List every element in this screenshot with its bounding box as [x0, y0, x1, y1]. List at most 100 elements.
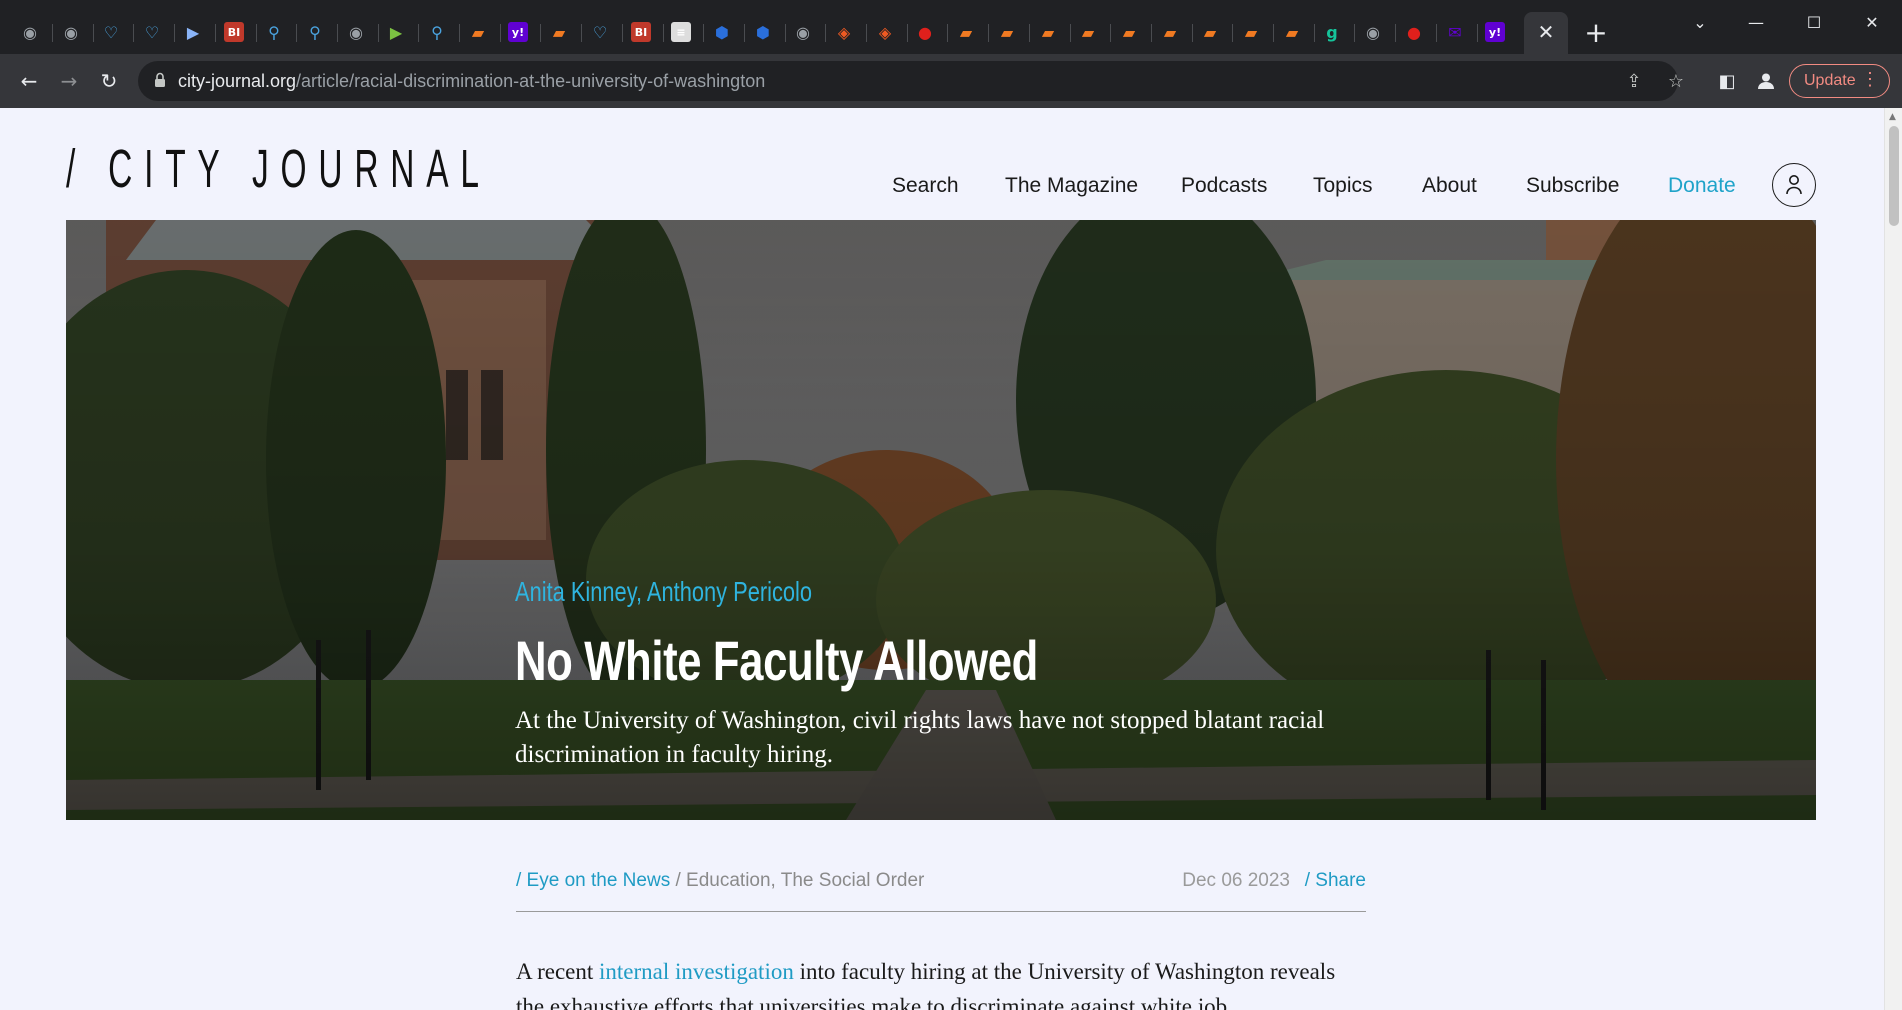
menu-icon[interactable]: ⋮ — [1861, 69, 1879, 90]
lock-icon[interactable] — [154, 72, 166, 88]
browser-tab[interactable]: ◉ — [57, 18, 85, 46]
bookmark-icon: ▰ — [959, 22, 973, 42]
browser-tab[interactable]: ▶ — [382, 18, 410, 46]
address-bar[interactable]: city-journal.org/article/racial-discrimi… — [138, 61, 1684, 101]
browser-tab[interactable]: ◉ — [342, 18, 370, 46]
browser-tab[interactable]: ⚲ — [301, 18, 329, 46]
close-tab-icon[interactable]: ✕ — [1538, 23, 1555, 43]
browser-toolbar: ← → ↻ city-journal.org/article/racial-di… — [0, 54, 1902, 108]
globe-icon: ◉ — [1366, 22, 1380, 42]
site-logo[interactable]: / CITY JOURNAL — [66, 138, 491, 200]
nav-search[interactable]: Search — [892, 174, 959, 198]
browser-tab[interactable]: y! — [504, 18, 532, 46]
browser-tab[interactable]: ♡ — [97, 18, 125, 46]
browser-tab[interactable]: ▰ — [1237, 18, 1265, 46]
maximize-button[interactable]: ☐ — [1794, 4, 1834, 40]
browser-tab[interactable]: y! — [1481, 18, 1509, 46]
browser-tab[interactable]: ▰ — [1074, 18, 1102, 46]
update-button[interactable]: Update ⋮ — [1789, 64, 1890, 98]
news-icon: ≡ — [671, 22, 691, 42]
browser-tab[interactable]: ▰ — [1278, 18, 1306, 46]
tab-separator — [581, 24, 582, 42]
g-icon: g — [1326, 22, 1338, 42]
scroll-up-arrow-icon[interactable]: ▲ — [1889, 112, 1896, 122]
browser-tab[interactable]: ▰ — [1034, 18, 1062, 46]
tab-separator — [256, 24, 257, 42]
page-scrollbar[interactable]: ▲ — [1884, 108, 1902, 1010]
tab-separator — [1273, 24, 1274, 42]
tab-separator — [459, 24, 460, 42]
label-icon: ▶ — [186, 22, 200, 42]
browser-tab[interactable]: ≡ — [667, 18, 695, 46]
article-authors[interactable]: Anita Kinney, Anthony Pericolo — [515, 576, 812, 608]
browser-tab[interactable]: ✉ — [1441, 18, 1469, 46]
article-topics[interactable]: / Education, The Social Order — [675, 870, 924, 891]
tab-search-button[interactable]: ⌄ — [1680, 4, 1720, 40]
browser-tab[interactable]: ⚲ — [260, 18, 288, 46]
browser-tab[interactable]: ◉ — [1359, 18, 1387, 46]
browser-tab[interactable]: ● — [1400, 18, 1428, 46]
browser-tab[interactable]: ⬢ — [708, 18, 736, 46]
back-button[interactable]: ← — [14, 66, 44, 96]
shield-icon: ♡ — [103, 22, 119, 42]
browser-tab[interactable]: ◉ — [789, 18, 817, 46]
browser-tab[interactable]: ▰ — [1115, 18, 1143, 46]
bi-icon: BI — [224, 22, 244, 42]
share-page-icon[interactable]: ⇪ — [1622, 69, 1646, 93]
tab-separator — [1029, 24, 1030, 42]
internal-investigation-link[interactable]: internal investigation — [599, 959, 794, 984]
url-path: /article/racial-discrimination-at-the-un… — [296, 71, 766, 91]
active-tab[interactable]: ✕ — [1524, 12, 1568, 54]
minimize-button[interactable]: — — [1736, 4, 1776, 40]
browser-tab[interactable]: ▰ — [952, 18, 980, 46]
tab-separator — [1151, 24, 1152, 42]
browser-tab[interactable]: ♡ — [138, 18, 166, 46]
tab-separator — [988, 24, 989, 42]
browser-tab[interactable]: ▰ — [993, 18, 1021, 46]
browser-tab[interactable]: ♡ — [586, 18, 614, 46]
yahoo-icon: y! — [508, 22, 528, 42]
nav-about[interactable]: About — [1422, 174, 1477, 198]
forward-button[interactable]: → — [54, 66, 84, 96]
browser-tab[interactable]: ◈ — [871, 18, 899, 46]
nav-donate[interactable]: Donate — [1668, 174, 1736, 198]
globe-icon: ◉ — [796, 22, 810, 42]
nav-podcasts[interactable]: Podcasts — [1181, 174, 1267, 198]
search-icon: ⚲ — [431, 22, 443, 42]
side-panel-icon[interactable]: ◧ — [1712, 66, 1742, 96]
yahoo-icon: y! — [1485, 22, 1505, 42]
close-window-button[interactable]: ✕ — [1852, 4, 1892, 40]
bi-icon: BI — [631, 22, 651, 42]
nav-the-magazine[interactable]: The Magazine — [1005, 174, 1138, 198]
tab-separator — [785, 24, 786, 42]
browser-tab[interactable]: ▰ — [1156, 18, 1184, 46]
bookmark-star-icon[interactable]: ☆ — [1664, 69, 1688, 93]
nav-subscribe[interactable]: Subscribe — [1526, 174, 1619, 198]
browser-tab[interactable]: ▰ — [1196, 18, 1224, 46]
browser-tab[interactable]: BI — [220, 18, 248, 46]
bookmark-icon: ▰ — [1122, 22, 1136, 42]
browser-tab[interactable]: ⚲ — [423, 18, 451, 46]
profile-icon[interactable] — [1751, 66, 1781, 96]
reload-button[interactable]: ↻ — [94, 66, 124, 96]
browser-tab[interactable]: ⬢ — [749, 18, 777, 46]
browser-tab[interactable]: ● — [911, 18, 939, 46]
browser-tab[interactable]: g — [1318, 18, 1346, 46]
meta-divider — [516, 911, 1366, 912]
browser-tab[interactable]: ◉ — [16, 18, 44, 46]
browser-tab[interactable]: ▶ — [179, 18, 207, 46]
browser-tab[interactable]: ▰ — [545, 18, 573, 46]
nav-topics[interactable]: Topics — [1313, 174, 1373, 198]
scroll-thumb[interactable] — [1889, 126, 1899, 226]
account-button[interactable] — [1772, 163, 1816, 207]
bookmark-icon: ▰ — [1041, 22, 1055, 42]
cube-icon: ⬢ — [756, 22, 770, 42]
browser-tab[interactable]: BI — [627, 18, 655, 46]
url-text[interactable]: city-journal.org/article/racial-discrimi… — [178, 71, 765, 92]
share-link[interactable]: / Share — [1305, 870, 1366, 892]
article-category[interactable]: / Eye on the News — [516, 870, 670, 891]
tab-separator — [215, 24, 216, 42]
new-tab-button[interactable]: + — [1580, 16, 1612, 49]
browser-tab[interactable]: ▰ — [464, 18, 492, 46]
browser-tab[interactable]: ◈ — [830, 18, 858, 46]
